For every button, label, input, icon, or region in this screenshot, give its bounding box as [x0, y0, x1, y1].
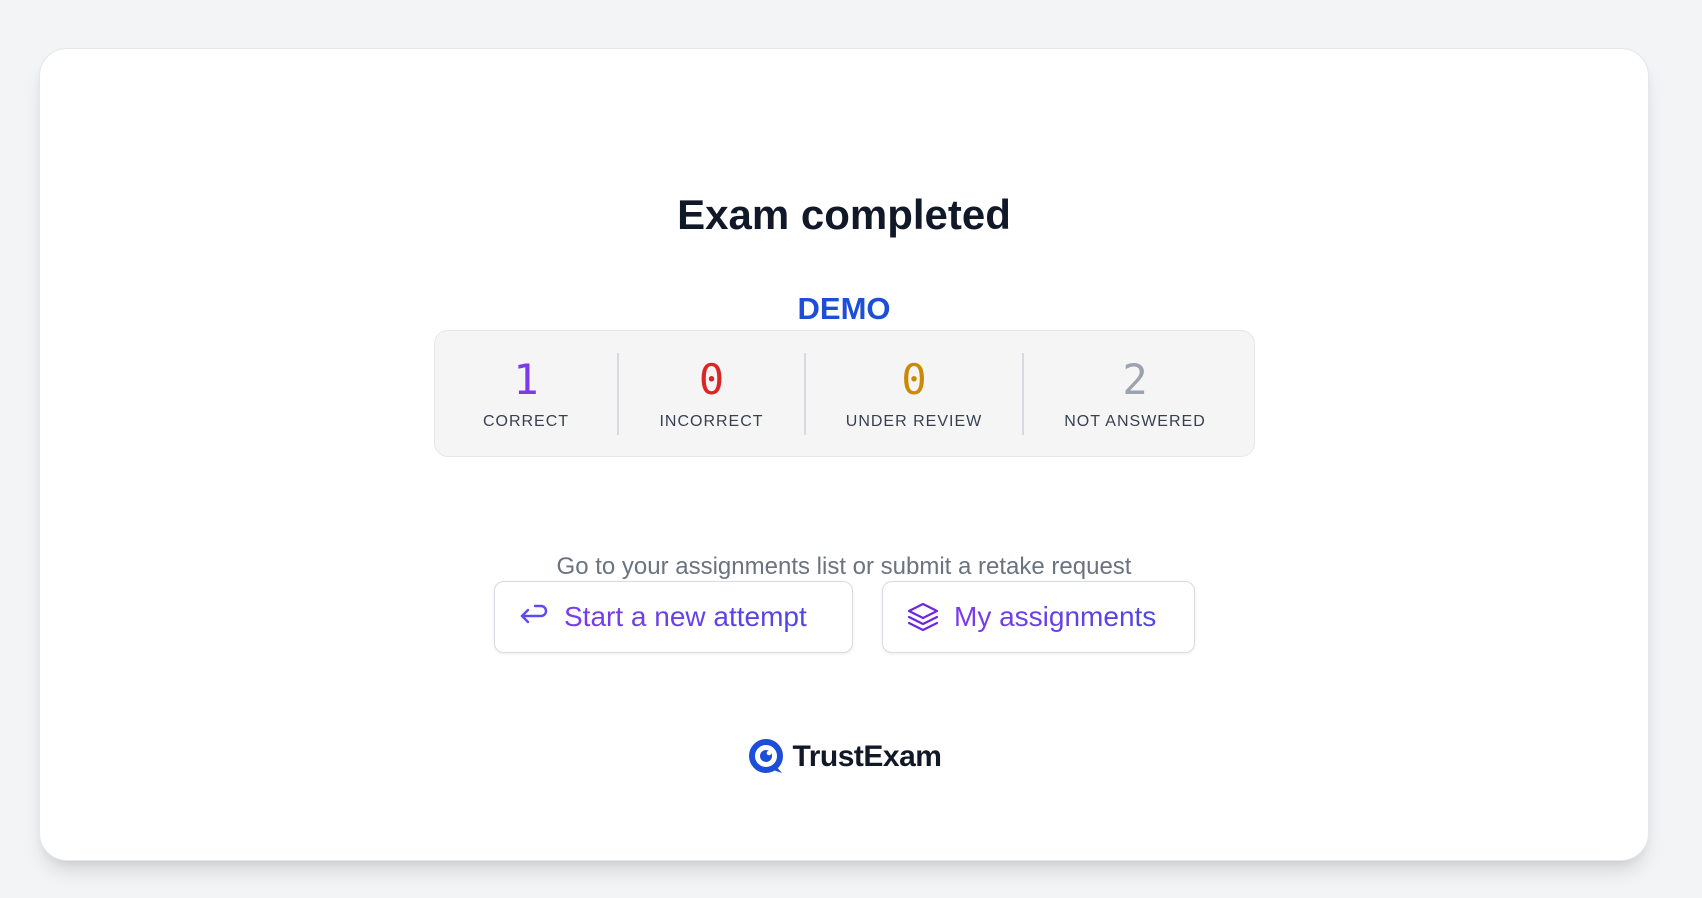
stat-value-correct: 1	[513, 354, 539, 404]
stat-value-under-review: 0	[901, 354, 927, 404]
stat-incorrect: 0 INCORRECT	[617, 352, 804, 435]
layers-icon	[906, 600, 940, 634]
stat-correct: 1 CORRECT	[435, 353, 617, 435]
my-assignments-label: My assignments	[954, 601, 1157, 632]
stat-label-correct: CORRECT	[482, 412, 570, 430]
stat-value-not-answered: 2	[1122, 354, 1148, 404]
brand: TrustExam	[40, 737, 1648, 777]
exam-name: DEMO	[797, 291, 891, 326]
trustexam-logo-icon	[747, 737, 787, 777]
my-assignments-button[interactable]: My assignments	[882, 581, 1195, 653]
stat-not-answered: 2 NOT ANSWERED	[1022, 352, 1246, 435]
return-arrow-icon	[518, 601, 550, 633]
stat-value-incorrect: 0	[698, 354, 725, 404]
start-new-attempt-button[interactable]: Start a new attempt	[494, 581, 853, 653]
brand-name: TrustExam	[792, 740, 942, 773]
start-new-attempt-label: Start a new attempt	[564, 601, 807, 632]
result-card: Exam completed DEMO 1 CORRECT 0 INCORREC…	[39, 48, 1649, 861]
stat-under-review: 0 UNDER REVIEW	[804, 352, 1022, 435]
stats-panel: 1 CORRECT 0 INCORRECT 0 UNDER REVIEW 2 N…	[434, 330, 1255, 457]
stat-label-under-review: UNDER REVIEW	[845, 412, 983, 430]
instructions-text: Go to your assignments list or submit a …	[556, 553, 1132, 580]
stat-label-not-answered: NOT ANSWERED	[1064, 412, 1206, 430]
stat-label-incorrect: INCORRECT	[659, 412, 764, 430]
page-title: Exam completed	[677, 191, 1011, 238]
